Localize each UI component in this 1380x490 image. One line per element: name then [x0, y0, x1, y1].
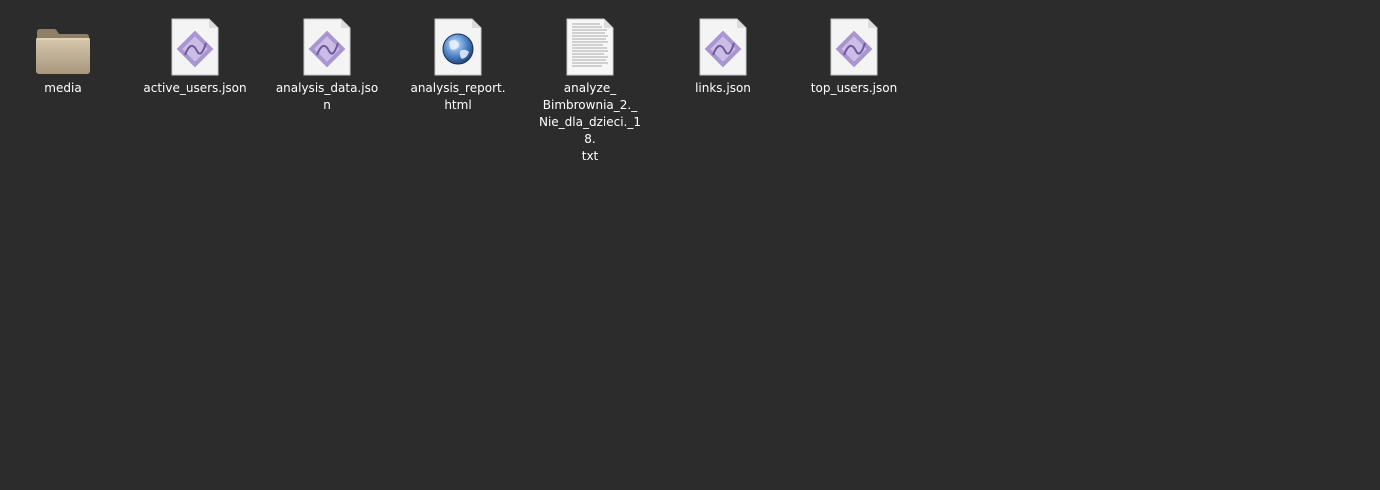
- desktop-item-label: analyze_ Bimbrownia_2._ Nie_dla_dzieci._…: [538, 81, 641, 163]
- desktop-item-label: active_users.json: [143, 81, 247, 95]
- desktop-item-active-users-json[interactable]: active_users.json: [141, 10, 249, 97]
- folder-icon: [31, 10, 95, 76]
- json-file-icon: [163, 10, 227, 76]
- desktop-item-media[interactable]: media: [9, 10, 117, 97]
- desktop-item-label: media: [44, 81, 82, 95]
- desktop-item-top-users-json[interactable]: top_users.json: [800, 10, 908, 97]
- json-file-icon: [822, 10, 886, 76]
- desktop-item-links-json[interactable]: links.json: [669, 10, 777, 97]
- desktop-item-label: links.json: [695, 81, 751, 95]
- html-file-globe-icon: [426, 10, 490, 76]
- desktop-item-label: top_users.json: [810, 81, 898, 95]
- desktop-item-label: analysis_report. html: [410, 81, 506, 112]
- desktop-item-label: analysis_data.json: [275, 81, 379, 112]
- json-file-icon: [295, 10, 359, 76]
- desktop-view: media active_users.json analysis_data.js…: [0, 0, 1380, 490]
- desktop-item-analysis-data-json[interactable]: analysis_data.json: [273, 10, 381, 114]
- desktop-item-analysis-report-html[interactable]: analysis_report. html: [404, 10, 512, 114]
- json-file-icon: [691, 10, 755, 76]
- text-file-icon: [558, 10, 622, 76]
- desktop-item-analyze-txt[interactable]: analyze_ Bimbrownia_2._ Nie_dla_dzieci._…: [536, 10, 644, 165]
